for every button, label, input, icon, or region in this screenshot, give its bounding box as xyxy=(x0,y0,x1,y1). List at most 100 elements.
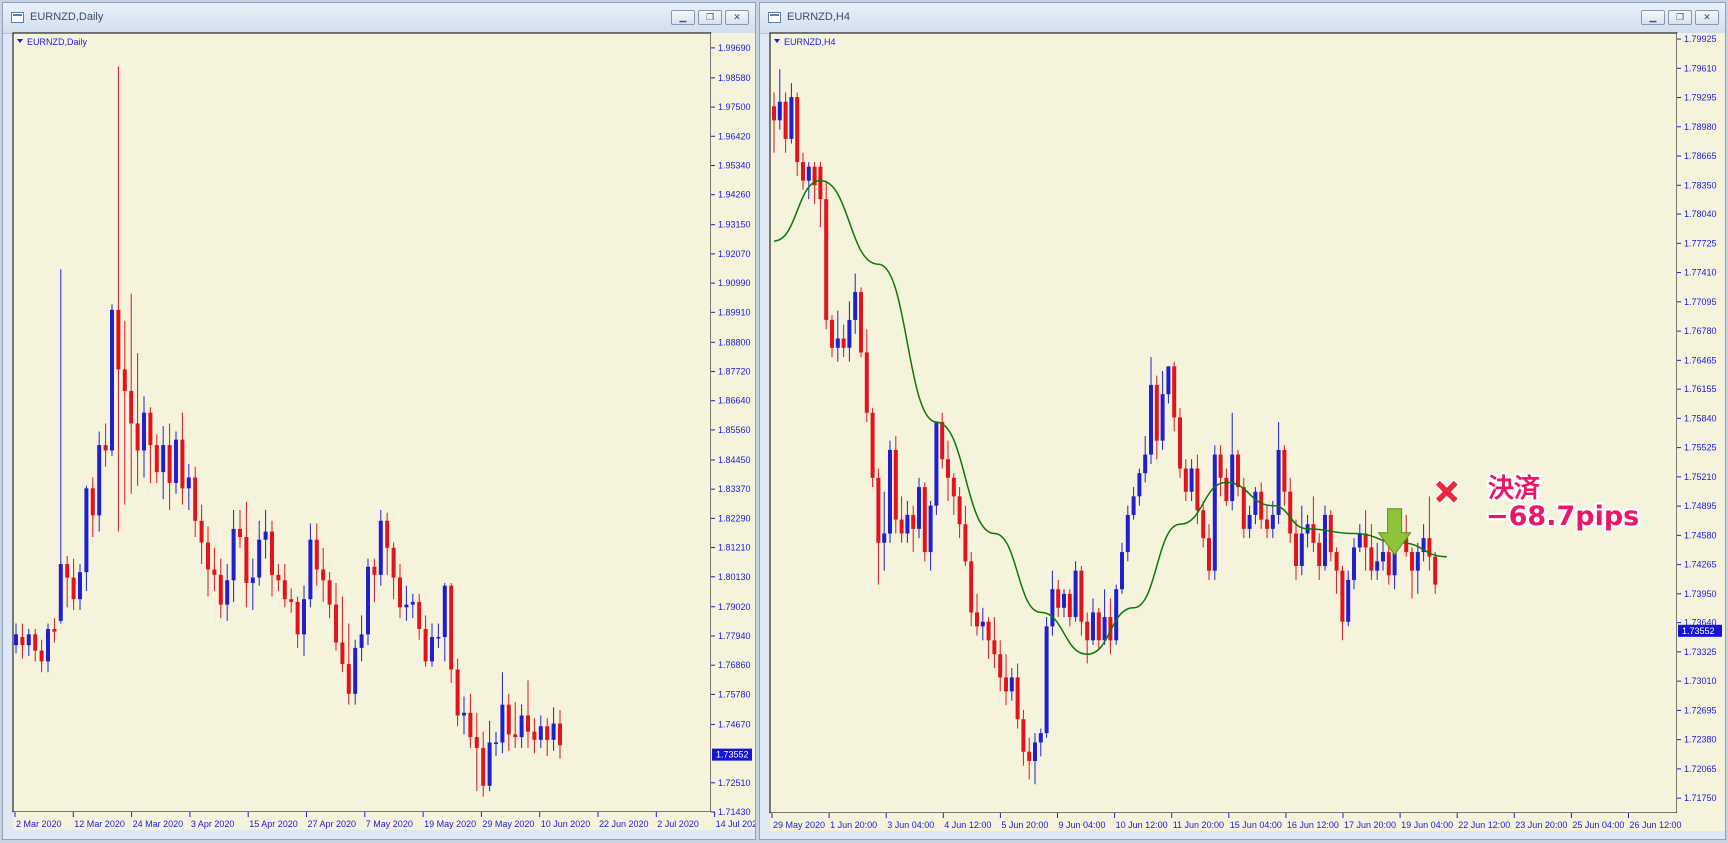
candle-body xyxy=(20,637,25,646)
candle-body xyxy=(417,601,422,629)
candle-body xyxy=(969,561,974,613)
candle-body xyxy=(314,539,319,570)
candle-body xyxy=(455,669,460,716)
candle-body xyxy=(1299,533,1304,566)
candle-body xyxy=(289,599,294,602)
candle-body xyxy=(992,640,997,655)
candle-body xyxy=(263,531,268,540)
candle-body xyxy=(33,634,38,651)
candle-body xyxy=(366,566,370,635)
candle-body xyxy=(888,449,892,534)
candle-body xyxy=(468,712,473,738)
candle-body xyxy=(506,704,511,735)
candle-body xyxy=(783,101,788,139)
y-tick-label: 1.77725 xyxy=(1684,238,1717,248)
candle-body xyxy=(359,634,364,648)
y-tick-label: 1.71430 xyxy=(718,807,751,817)
candle-body xyxy=(161,445,166,473)
candle-body xyxy=(26,634,31,646)
candle-body xyxy=(282,580,287,600)
y-tick-label: 1.78665 xyxy=(1684,151,1717,161)
candle-body xyxy=(1131,496,1136,515)
y-tick-label: 1.87720 xyxy=(718,367,751,377)
y-tick-label: 1.97500 xyxy=(718,102,751,112)
x-tick-label: 3 Jun 04:00 xyxy=(887,820,934,830)
candle-body xyxy=(1328,514,1333,553)
candle-body xyxy=(1073,570,1078,618)
h4-candlestick-chart[interactable]: EURNZD,H4 1.79925 1.79610 1.79295 1.78980 1.7… xyxy=(760,3,1725,839)
candle-body xyxy=(1004,677,1008,692)
x-tick-label: 17 Jun 20:00 xyxy=(1344,820,1396,830)
y-tick-label: 1.72380 xyxy=(1684,735,1717,745)
x-tick-label: 7 May 2020 xyxy=(366,819,413,829)
y-tick-label: 1.74670 xyxy=(718,719,751,729)
x-tick-label: 29 May 2020 xyxy=(482,819,534,829)
candle-body xyxy=(1050,589,1055,627)
candle-body xyxy=(436,637,441,639)
candle-body xyxy=(129,390,134,424)
candle-body xyxy=(84,488,89,573)
y-tick-label: 1.79020 xyxy=(718,602,751,612)
candle-body xyxy=(372,566,377,575)
candle-body xyxy=(1149,384,1153,455)
y-tick-label: 1.96420 xyxy=(718,131,751,141)
candle-body xyxy=(218,574,223,605)
x-tick-label: 4 Jun 12:00 xyxy=(944,820,991,830)
candle-body xyxy=(1346,579,1351,622)
candle-body xyxy=(167,445,172,483)
candle-body xyxy=(1410,552,1414,571)
candle-body xyxy=(410,601,415,605)
candle-body xyxy=(922,487,927,553)
x-tick-label: 2 Mar 2020 xyxy=(16,819,62,829)
candle-body xyxy=(818,166,823,200)
candle-body xyxy=(1114,589,1119,641)
x-tick-label: 15 Jun 04:00 xyxy=(1230,820,1282,830)
x-tick-label: 27 Apr 2020 xyxy=(308,819,357,829)
candle-body xyxy=(378,520,383,575)
candle-body xyxy=(481,747,486,786)
y-tick-label: 1.75780 xyxy=(718,689,751,699)
candle-body xyxy=(772,106,776,121)
candle-body xyxy=(97,445,102,516)
candle-body xyxy=(186,477,191,489)
x-tick-label: 12 Mar 2020 xyxy=(74,819,125,829)
candle-body xyxy=(494,742,498,745)
plot-area xyxy=(12,32,712,813)
y-tick-label: 1.79925 xyxy=(1684,34,1717,44)
x-tick-label: 22 Jun 12:00 xyxy=(1458,820,1510,830)
candle-body xyxy=(1091,612,1095,641)
candle-body xyxy=(193,477,198,521)
candle-body xyxy=(1253,491,1258,515)
y-tick-label: 1.75210 xyxy=(1684,472,1717,482)
candle-body xyxy=(449,585,454,670)
y-tick-label: 1.99690 xyxy=(718,43,751,53)
candle-body xyxy=(928,505,933,553)
y-tick-label: 1.88800 xyxy=(718,337,751,347)
candle-body xyxy=(353,647,358,694)
candle-body xyxy=(841,338,846,348)
candle-body xyxy=(1096,612,1101,641)
candle-body xyxy=(551,723,556,740)
candle-body xyxy=(986,621,991,641)
x-tick-label: 14 Jul 2020 xyxy=(716,819,755,829)
candle-body xyxy=(917,487,921,529)
y-tick-label: 1.83370 xyxy=(718,484,751,494)
candle-body xyxy=(795,97,800,163)
candle-body xyxy=(1160,394,1165,441)
x-tick-label: 26 Jun 12:00 xyxy=(1630,820,1682,830)
y-tick-label: 1.73325 xyxy=(1684,647,1717,657)
x-tick-label: 16 Jun 12:00 xyxy=(1287,820,1339,830)
candle-body xyxy=(899,519,904,534)
candle-body xyxy=(532,731,537,740)
candle-body xyxy=(442,585,447,638)
y-tick-label: 1.77940 xyxy=(718,631,751,641)
y-tick-label: 1.80130 xyxy=(718,572,751,582)
candle-body xyxy=(1323,514,1327,566)
y-tick-label: 1.76155 xyxy=(1684,384,1717,394)
candle-body xyxy=(321,569,326,581)
y-tick-label: 1.94260 xyxy=(718,190,751,200)
y-tick-label: 1.72510 xyxy=(718,778,751,788)
candle-body xyxy=(1067,593,1072,618)
candle-body xyxy=(122,369,127,391)
daily-candlestick-chart[interactable]: EURNZD,Daily 1.99690 1.98580 1.97500 1.96420… xyxy=(3,3,755,839)
